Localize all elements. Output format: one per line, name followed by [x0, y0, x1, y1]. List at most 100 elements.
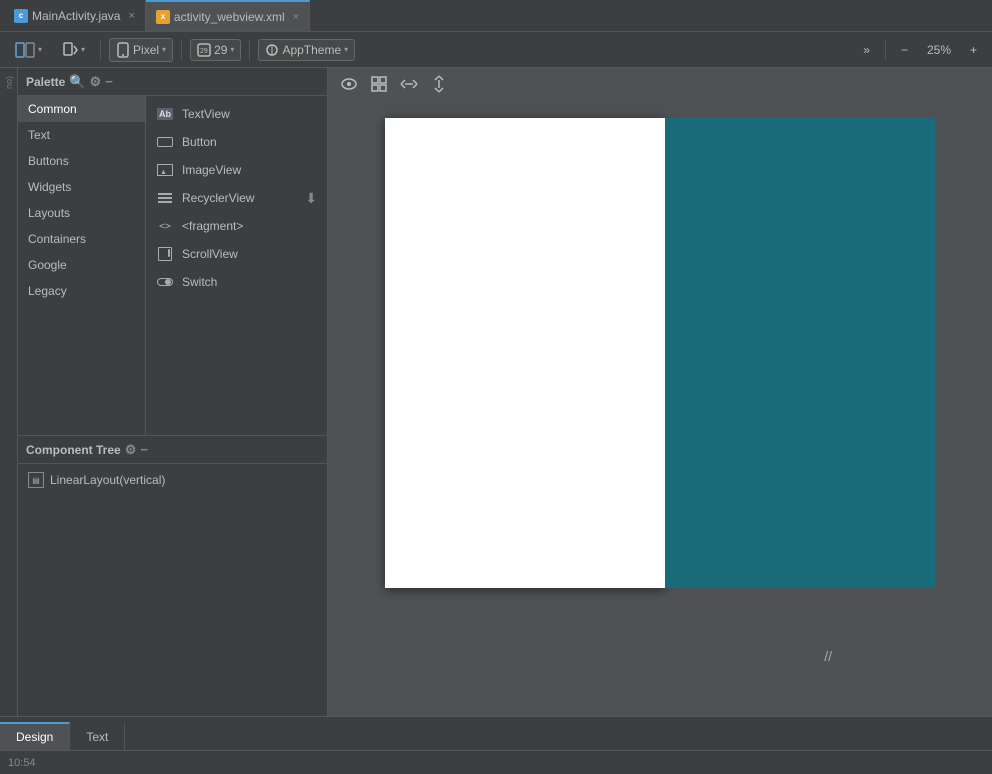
tab-design[interactable]: Design: [0, 722, 70, 750]
component-tree-section: Component Tree ⚙ − ▤ LinearLayout(vertic…: [18, 436, 327, 716]
palette-cat-layouts[interactable]: Layouts: [18, 200, 145, 226]
palette-item-fragment[interactable]: <> <fragment>: [146, 212, 327, 240]
component-tree-settings-icon[interactable]: ⚙: [125, 442, 137, 458]
theme-label: AppTheme: [282, 43, 341, 57]
expand-horizontal-icon: [400, 77, 418, 91]
tab-activity-webview-close[interactable]: ×: [293, 11, 299, 23]
palette-item-imageview[interactable]: ImageView: [146, 156, 327, 184]
textview-icon: Ab: [156, 105, 174, 123]
palette-settings-icon[interactable]: ⚙: [90, 74, 102, 90]
pixel-chevron: ▾: [162, 45, 166, 54]
palette-header: Palette 🔍 ⚙ −: [18, 68, 327, 96]
api-chevron: ▾: [230, 45, 234, 54]
scrollview-icon: [156, 245, 174, 263]
palette-categories: Common Text Buttons Widgets Layouts Cont…: [18, 96, 146, 435]
tab-main-activity[interactable]: c MainActivity.java ×: [4, 0, 146, 31]
palette-search-icon[interactable]: 🔍: [69, 74, 85, 90]
button-icon: [156, 133, 174, 151]
device-dark-frame: [665, 118, 935, 588]
grid-icon: [371, 76, 387, 92]
api-icon: 29: [197, 43, 211, 57]
palette-item-textview-label: TextView: [182, 107, 230, 121]
tab-activity-webview[interactable]: x activity_webview.xml ×: [146, 0, 310, 31]
phone-icon: [116, 42, 130, 58]
pixel-dropdown[interactable]: Pixel ▾: [109, 38, 173, 62]
palette-body: Common Text Buttons Widgets Layouts Cont…: [18, 96, 327, 435]
device-frames: [385, 118, 935, 588]
expand-horizontal-button[interactable]: [396, 73, 422, 95]
toolbar-sep-1: [100, 40, 101, 60]
expand-vertical-button[interactable]: [426, 73, 452, 95]
eye-icon: [341, 78, 357, 90]
component-tree-collapse-icon[interactable]: −: [140, 442, 148, 457]
orient-button[interactable]: ▾: [55, 38, 92, 62]
zoom-in-button[interactable]: +: [963, 39, 984, 61]
palette-item-switch[interactable]: Switch: [146, 268, 327, 296]
java-icon: c: [14, 9, 28, 23]
main-area: no) Palette 🔍 ⚙ − Common Text Buttons Wi…: [0, 68, 992, 716]
palette-section: Palette 🔍 ⚙ − Common Text Buttons Widget…: [18, 68, 327, 436]
palette-item-recyclerview[interactable]: RecyclerView ⬇: [146, 184, 327, 212]
linearlayout-icon: ▤: [28, 472, 44, 488]
toolbar-sep-2: [181, 40, 182, 60]
tab-main-activity-label: MainActivity.java: [32, 9, 120, 23]
orient-chevron: ▾: [81, 45, 85, 54]
palette-cat-containers[interactable]: Containers: [18, 226, 145, 252]
palette-item-switch-label: Switch: [182, 275, 217, 289]
tab-design-label: Design: [16, 730, 53, 744]
imageview-icon: [156, 161, 174, 179]
more-options-label: »: [863, 43, 870, 57]
palette-item-button-label: Button: [182, 135, 217, 149]
palette-title: Palette: [26, 75, 65, 89]
palette-item-button[interactable]: Button: [146, 128, 327, 156]
fragment-icon: <>: [156, 217, 174, 235]
device-white-frame: [385, 118, 665, 588]
status-bar: 10:54: [0, 750, 992, 774]
main-toolbar: ▾ ▾ Pixel ▾ 29 29 ▾ AppTheme ▾: [0, 32, 992, 68]
palette-item-scrollview-label: ScrollView: [182, 247, 238, 261]
view-toggle-button[interactable]: ▾: [8, 38, 49, 62]
tree-item-linearlayout-label: LinearLayout(vertical): [50, 473, 165, 487]
palette-cat-buttons[interactable]: Buttons: [18, 148, 145, 174]
zoom-out-icon: −: [901, 43, 908, 57]
palette-cat-legacy[interactable]: Legacy: [18, 278, 145, 304]
left-edge-strip: no): [0, 68, 18, 716]
tab-main-activity-close[interactable]: ×: [128, 10, 134, 22]
bottom-tabs: Design Text: [0, 716, 992, 750]
palette-item-scrollview[interactable]: ScrollView: [146, 240, 327, 268]
theme-icon: [265, 43, 279, 57]
toolbar-sep-3: [249, 40, 250, 60]
api-dropdown[interactable]: 29 29 ▾: [190, 39, 241, 61]
recyclerview-icon: [156, 189, 174, 207]
view-toggle-chevron: ▾: [38, 45, 42, 54]
recyclerview-download-icon[interactable]: ⬇: [305, 190, 317, 207]
orient-icon: [62, 42, 78, 58]
pixel-label: Pixel: [133, 43, 159, 57]
toolbar-sep-4: [885, 40, 886, 60]
zoom-out-button[interactable]: −: [894, 39, 915, 61]
zoom-level-label: 25%: [921, 43, 957, 57]
palette-cat-google[interactable]: Google: [18, 252, 145, 278]
tab-text[interactable]: Text: [70, 722, 125, 750]
palette-cat-common[interactable]: Common: [18, 96, 145, 122]
theme-dropdown[interactable]: AppTheme ▾: [258, 39, 355, 61]
left-panel: Palette 🔍 ⚙ − Common Text Buttons Widget…: [18, 68, 328, 716]
design-canvas[interactable]: //: [328, 68, 992, 716]
palette-collapse-icon[interactable]: −: [105, 74, 113, 89]
more-options-button[interactable]: »: [856, 39, 877, 61]
palette-cat-text[interactable]: Text: [18, 122, 145, 148]
component-tree-title: Component Tree: [26, 443, 121, 457]
eye-button[interactable]: [336, 73, 362, 95]
api-label: 29: [214, 43, 227, 57]
palette-item-recyclerview-label: RecyclerView: [182, 191, 254, 205]
palette-item-textview[interactable]: Ab TextView: [146, 100, 327, 128]
zoom-in-icon: +: [970, 43, 977, 57]
resize-handle[interactable]: //: [824, 648, 832, 664]
palette-item-fragment-label: <fragment>: [182, 219, 243, 233]
status-time: 10:54: [8, 757, 36, 769]
left-edge-label: no): [4, 76, 14, 89]
tree-item-linearlayout[interactable]: ▤ LinearLayout(vertical): [18, 468, 327, 492]
grid-button[interactable]: [366, 73, 392, 95]
palette-cat-widgets[interactable]: Widgets: [18, 174, 145, 200]
canvas-toolbar: [328, 68, 992, 100]
